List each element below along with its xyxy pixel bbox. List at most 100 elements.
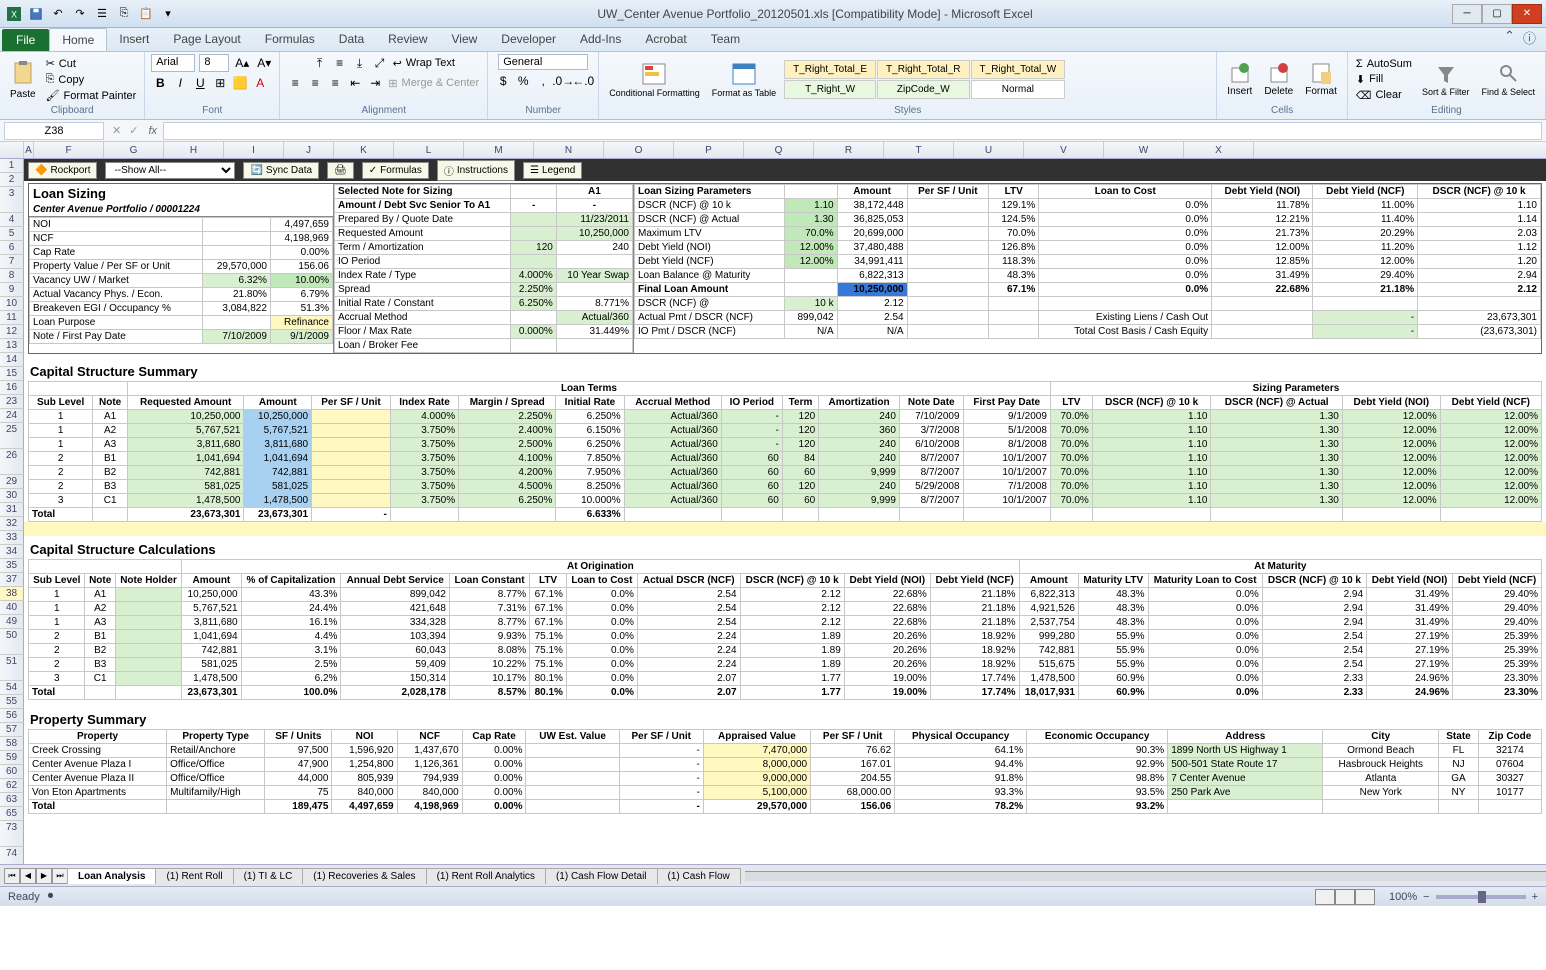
cell[interactable]: 1,478,500 [127,494,244,508]
cell[interactable]: 3,811,680 [244,438,312,452]
cell[interactable]: 29,570,000 [202,260,270,274]
cell[interactable]: Per SF / Unit [312,396,391,410]
sort-filter-button[interactable]: Sort & Filter [1418,61,1474,99]
cell[interactable] [115,602,181,616]
column-header[interactable]: Q [744,142,814,158]
cell[interactable]: Debt Yield (NCF) [1440,396,1541,410]
cell[interactable] [624,508,721,522]
cell[interactable] [784,185,837,199]
cell[interactable] [312,424,391,438]
cell[interactable]: - [556,199,632,213]
cell[interactable]: B3 [85,658,115,672]
cell[interactable]: Requested Amount [127,396,244,410]
cell[interactable]: Sizing Parameters [1050,382,1541,396]
cell[interactable]: Von Eton Apartments [29,786,167,800]
cell[interactable]: 29.40% [1453,602,1542,616]
cell[interactable]: Loan Terms [127,382,1050,396]
cell[interactable] [784,283,837,297]
cell[interactable]: 6.633% [556,508,624,522]
cell[interactable]: A2 [93,424,128,438]
cell[interactable]: 9,999 [819,494,900,508]
cell[interactable]: Debt Yield (NCF) [635,255,785,269]
cell[interactable]: 25.39% [1453,644,1542,658]
format-as-table-button[interactable]: Format as Table [708,60,780,100]
ribbon-tab-team[interactable]: Team [699,28,752,51]
cell[interactable]: Center Avenue Plaza I [29,758,167,772]
row-header[interactable]: 16 [0,381,24,395]
cell[interactable] [115,672,181,686]
row-header[interactable]: 38 [0,587,24,601]
cell[interactable]: 60 [721,480,782,494]
cell[interactable]: 1.10 [1418,199,1541,213]
cell[interactable]: State [1439,730,1479,744]
cell[interactable]: 0.0% [566,686,637,700]
cell[interactable]: 24.96% [1367,672,1453,686]
cell[interactable]: Sub Level [29,396,93,410]
row-header[interactable]: 55 [0,695,24,709]
page-break-view-button[interactable] [1355,889,1375,905]
cell[interactable]: 1.14 [1418,213,1541,227]
cell[interactable]: 29,570,000 [703,800,810,814]
cell[interactable]: 0.00% [462,758,526,772]
cell[interactable]: NY [1439,786,1479,800]
cell[interactable]: 1,478,500 [244,494,312,508]
cell-styles-gallery[interactable]: T_Right_Total_E T_Right_Total_R T_Right_… [784,60,1065,99]
cell[interactable] [1313,297,1418,311]
cell[interactable]: DSCR (NCF) @ Actual [635,213,785,227]
cell[interactable]: Amortization [819,396,900,410]
cell[interactable]: 48.3% [1078,588,1148,602]
close-button[interactable]: ✕ [1512,4,1542,24]
cell[interactable]: N/A [784,325,837,339]
cell[interactable]: Appraised Value [703,730,810,744]
cell[interactable]: 80.1% [530,672,567,686]
cell[interactable]: 68,000.00 [811,786,895,800]
conditional-formatting-button[interactable]: Conditional Formatting [605,60,704,100]
column-header[interactable]: A [24,142,34,158]
cell[interactable]: Maturity Loan to Cost [1148,574,1262,588]
cell[interactable]: Loan Purpose [30,316,203,330]
print-button[interactable]: 🖨 [327,162,354,179]
row-header[interactable]: 51 [0,655,24,681]
cell[interactable]: 899,042 [784,311,837,325]
cell[interactable]: 0.00% [462,800,526,814]
cell[interactable]: 8/7/2007 [899,494,963,508]
cell[interactable]: 90.3% [1027,744,1168,758]
cell[interactable]: 2.54 [637,602,740,616]
cell[interactable]: 21.80% [202,288,270,302]
cell[interactable]: 75.1% [530,630,567,644]
cell[interactable]: A1 [556,185,632,199]
cell[interactable]: Actual/360 [624,410,721,424]
zoom-out-button[interactable]: − [1423,891,1429,903]
cell[interactable]: 8.250% [556,480,624,494]
cell[interactable]: 19.00% [844,672,930,686]
cell[interactable] [989,297,1039,311]
cell[interactable]: (23,673,301) [1418,325,1541,339]
cell[interactable]: 5/1/2008 [963,424,1050,438]
cell[interactable]: Total Cost Basis / Cash Equity [1039,325,1212,339]
cell[interactable]: Actual/360 [624,438,721,452]
cell[interactable]: 3.1% [241,644,341,658]
cell[interactable]: 7.850% [556,452,624,466]
cell[interactable]: 60.9% [1078,672,1148,686]
cell[interactable]: Retail/Anchore [167,744,265,758]
cell[interactable]: 189,475 [265,800,332,814]
cell[interactable]: A1 [93,410,128,424]
cell[interactable]: Final Loan Amount [635,283,785,297]
cell[interactable]: Hasbrouck Heights [1323,758,1439,772]
ribbon-tab-formulas[interactable]: Formulas [253,28,327,51]
cell[interactable]: 0.0% [566,658,637,672]
cell[interactable]: A1 [85,588,115,602]
cell[interactable] [115,644,181,658]
italic-button[interactable]: I [171,74,189,92]
formula-bar[interactable] [163,122,1542,140]
cell[interactable]: Loan Balance @ Maturity [635,269,785,283]
column-header[interactable]: P [674,142,744,158]
column-header[interactable]: I [224,142,284,158]
cell[interactable]: 2.33 [1262,672,1366,686]
cell[interactable]: B2 [85,644,115,658]
cell[interactable] [907,241,989,255]
name-box[interactable]: Z38 [4,122,104,140]
cell[interactable]: NOI [30,218,203,232]
cell[interactable]: 6/10/2008 [899,438,963,452]
cell[interactable]: 55.9% [1078,630,1148,644]
